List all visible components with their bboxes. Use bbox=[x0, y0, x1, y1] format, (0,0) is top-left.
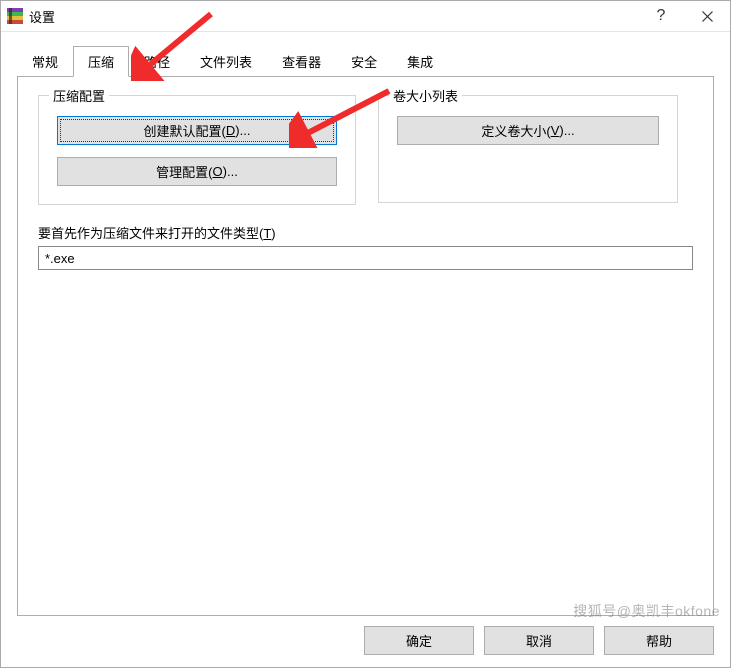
tab-filelist[interactable]: 文件列表 bbox=[185, 46, 267, 76]
help-footer-button[interactable]: 帮助 bbox=[604, 626, 714, 655]
group-title-right: 卷大小列表 bbox=[389, 86, 462, 105]
content-area: 常规 压缩 路径 文件列表 查看器 安全 集成 压缩配置 创建默认配置(D)..… bbox=[1, 32, 730, 616]
titlebar-controls: ? bbox=[638, 1, 730, 31]
tab-integration[interactable]: 集成 bbox=[392, 46, 448, 76]
tab-strip: 常规 压缩 路径 文件列表 查看器 安全 集成 bbox=[17, 46, 714, 76]
manage-profiles-button[interactable]: 管理配置(O)... bbox=[57, 157, 337, 186]
close-icon bbox=[702, 11, 713, 22]
group-volume-sizes: 卷大小列表 定义卷大小(V)... bbox=[378, 95, 678, 203]
tab-compression[interactable]: 压缩 bbox=[73, 46, 129, 77]
tab-viewer[interactable]: 查看器 bbox=[267, 46, 336, 76]
group-compression-profile: 压缩配置 创建默认配置(D)... 管理配置(O)... bbox=[38, 95, 356, 205]
group-title-left: 压缩配置 bbox=[49, 86, 109, 105]
titlebar: 设置 ? bbox=[1, 1, 730, 32]
window-title: 设置 bbox=[29, 7, 638, 26]
create-default-profile-button[interactable]: 创建默认配置(D)... bbox=[57, 116, 337, 145]
footer-buttons: 确定 取消 帮助 bbox=[1, 616, 730, 667]
tab-security[interactable]: 安全 bbox=[336, 46, 392, 76]
define-volume-sizes-button[interactable]: 定义卷大小(V)... bbox=[397, 116, 659, 145]
groupboxes-row: 压缩配置 创建默认配置(D)... 管理配置(O)... 卷大小列表 定义卷大小… bbox=[38, 95, 693, 205]
app-icon bbox=[7, 8, 23, 24]
filetypes-label: 要首先作为压缩文件来打开的文件类型(T) bbox=[38, 223, 693, 242]
tab-general[interactable]: 常规 bbox=[17, 46, 73, 76]
close-button[interactable] bbox=[684, 1, 730, 31]
help-button[interactable]: ? bbox=[638, 1, 684, 31]
settings-dialog: 设置 ? 常规 压缩 路径 文件列表 查看器 安全 集成 压缩配置 创建默认配置… bbox=[0, 0, 731, 668]
filetypes-field-row: 要首先作为压缩文件来打开的文件类型(T) bbox=[38, 223, 693, 270]
cancel-button[interactable]: 取消 bbox=[484, 626, 594, 655]
filetypes-input[interactable] bbox=[38, 246, 693, 270]
tab-path[interactable]: 路径 bbox=[129, 46, 185, 76]
tab-panel: 压缩配置 创建默认配置(D)... 管理配置(O)... 卷大小列表 定义卷大小… bbox=[17, 76, 714, 616]
ok-button[interactable]: 确定 bbox=[364, 626, 474, 655]
